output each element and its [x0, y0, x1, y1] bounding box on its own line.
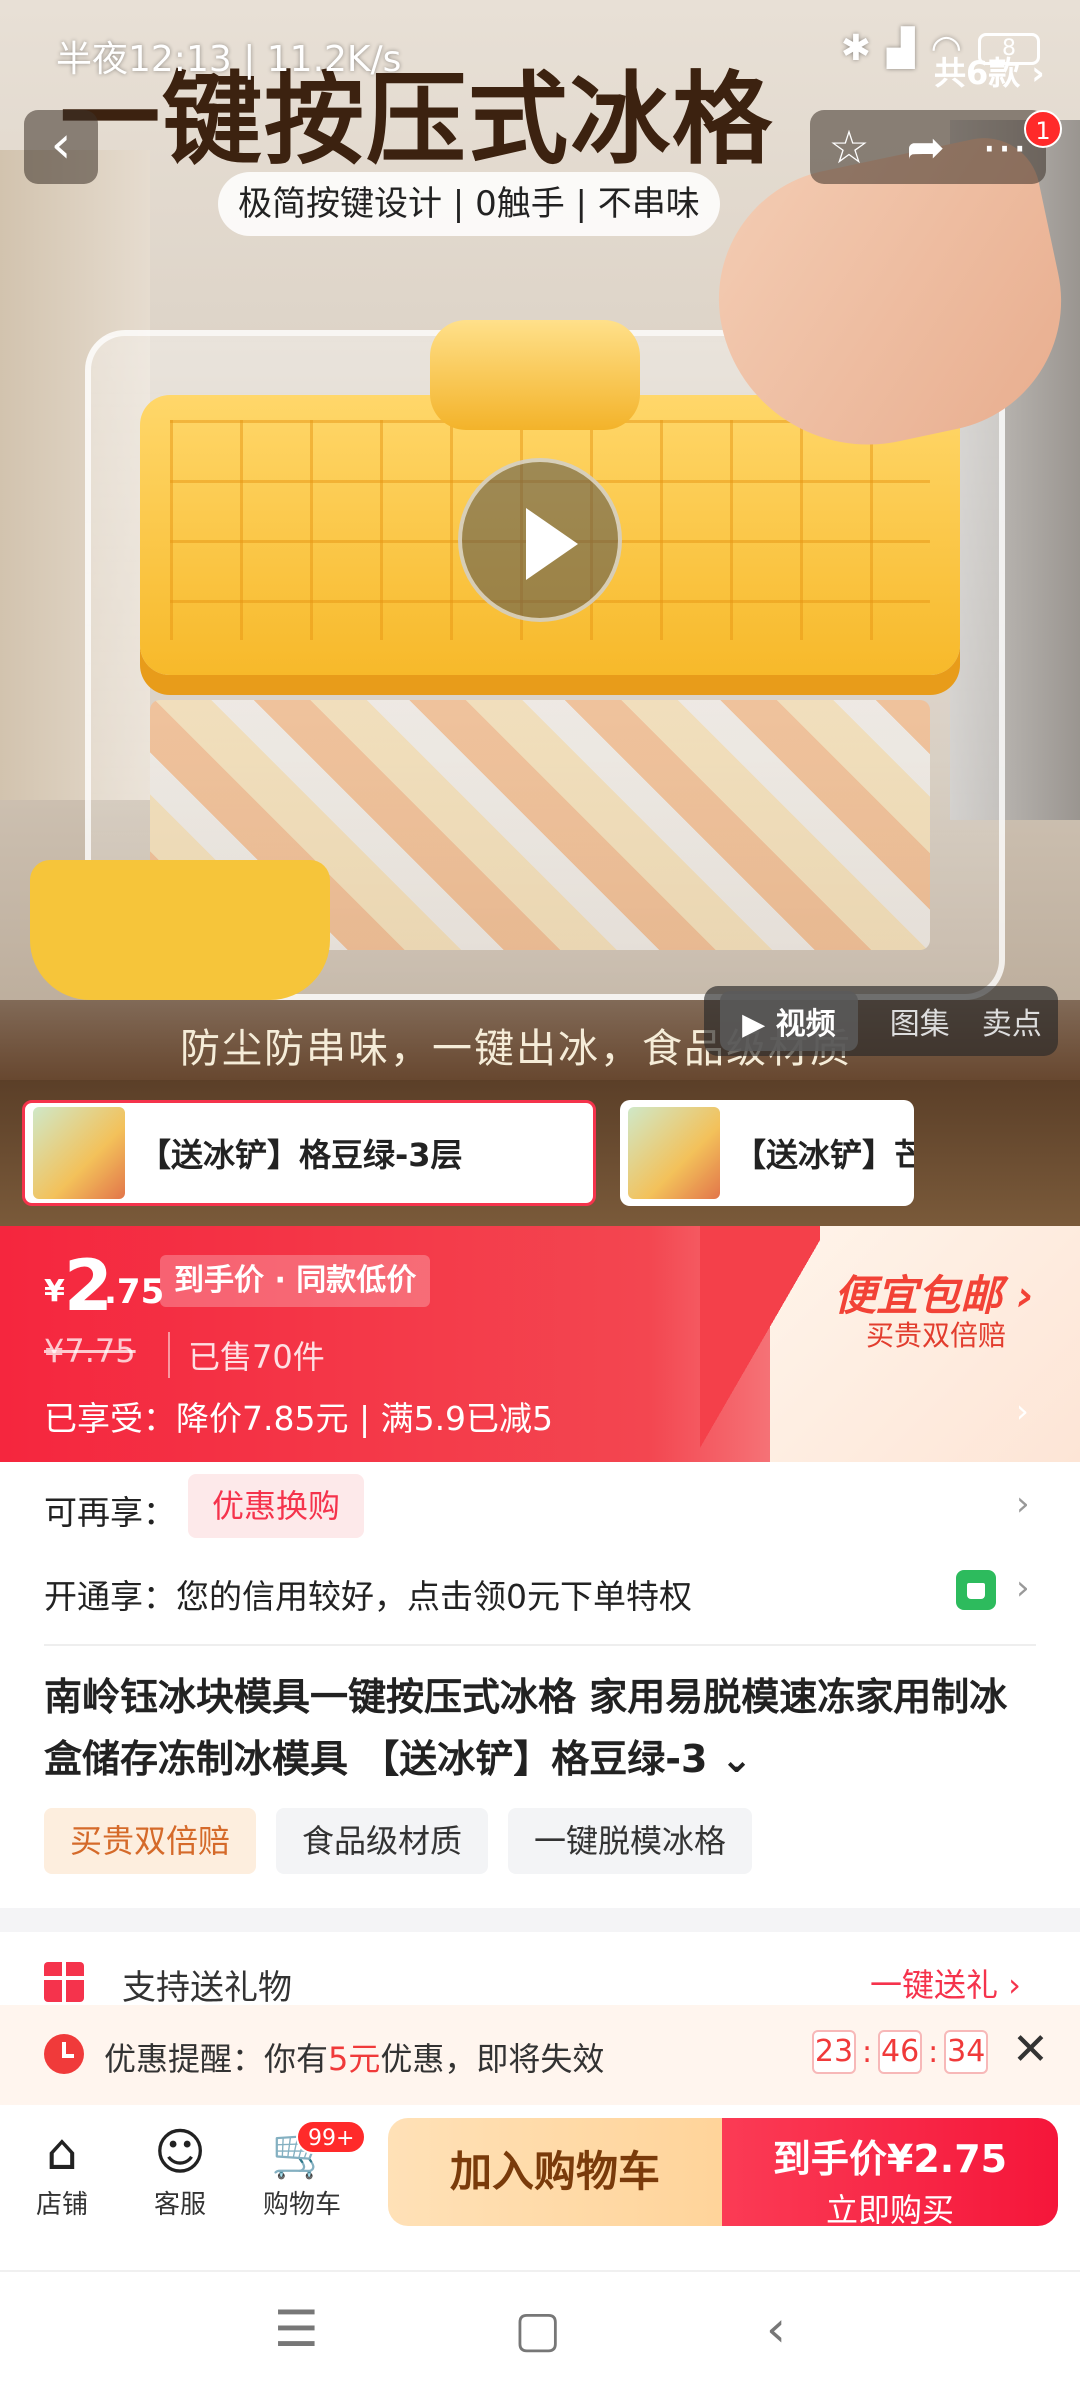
- variant-count-link[interactable]: 共6款 ›: [934, 48, 1045, 94]
- countdown-separator: :: [928, 2034, 939, 2070]
- exchange-offer-tag[interactable]: 优惠换购: [188, 1474, 365, 1538]
- status-time: 半夜12:13 | 11.2K/s: [56, 39, 402, 80]
- chat-icon: ☺: [153, 2123, 207, 2181]
- variant-thumbnail: [628, 1107, 720, 1199]
- price-tag: 到手价 · 同款低价: [160, 1255, 431, 1307]
- share-icon[interactable]: ➦: [906, 110, 945, 184]
- media-tabs: ▶ 视频 图集 卖点: [704, 986, 1058, 1056]
- shopping-bag-icon: [956, 1570, 996, 1610]
- variant-thumbnail: [33, 1107, 125, 1199]
- buy-now-label: 立即购买: [825, 2191, 954, 2229]
- hero-subtitle: 极简按键设计 | 0触手 | 不串味: [218, 172, 720, 236]
- back-nav-icon[interactable]: ‹: [766, 2300, 786, 2358]
- countdown-hours: 23: [812, 2030, 856, 2074]
- gift-icon: [44, 1962, 84, 2002]
- chevron-right-icon[interactable]: ›: [1016, 1392, 1029, 1430]
- chip-price-guarantee[interactable]: 买贵双倍赔: [44, 1808, 257, 1874]
- variant-option[interactable]: 【送冰铲】芒: [620, 1100, 914, 1206]
- message-badge: 1: [1024, 110, 1062, 148]
- store-button[interactable]: ⌂ 店铺: [12, 2120, 112, 2221]
- favorite-star-icon[interactable]: ☆: [828, 110, 869, 184]
- reminder-text: 优惠提醒：你有5元优惠，即将失效: [104, 2034, 604, 2080]
- buy-now-button[interactable]: 到手价¥2.75 立即购买: [722, 2118, 1058, 2229]
- cart-count-badge: 99+: [296, 2120, 367, 2154]
- service-label: 客服: [153, 2190, 206, 2220]
- variant-label: 【送冰铲】格豆绿-3层: [139, 1136, 463, 1174]
- divider: [44, 1644, 1036, 1646]
- countdown-minutes: 46: [878, 2030, 923, 2074]
- store-icon: ⌂: [46, 2123, 78, 2181]
- sold-count: 已售70件: [168, 1332, 325, 1378]
- status-bar: 半夜12:13 | 11.2K/s ✱ ▟ ◠ 8: [0, 0, 1080, 100]
- reminder-prefix: 优惠提醒：你有: [104, 2040, 329, 2078]
- discount-line[interactable]: 已享受：降价7.85元 | 满5.9已减5: [44, 1392, 553, 1440]
- countdown-timer: 23 : 46 : 34: [812, 2030, 989, 2074]
- promo-subtitle: 买贵双倍赔: [866, 1319, 1007, 1352]
- play-video-icon[interactable]: [458, 458, 622, 622]
- price-currency: ¥: [44, 1274, 65, 1309]
- reminder-suffix: 优惠，即将失效: [380, 2040, 605, 2078]
- send-gift-link[interactable]: 一键送礼 ›: [870, 1960, 1021, 2006]
- tab-gallery[interactable]: 图集: [890, 999, 950, 1043]
- cart-label: 购物车: [262, 2190, 341, 2220]
- promo-lightning-decor: [700, 1226, 820, 1462]
- store-label: 店铺: [35, 2190, 88, 2220]
- signal-icon: ▟: [886, 28, 915, 69]
- back-button[interactable]: ‹: [24, 110, 98, 184]
- tab-video[interactable]: ▶ 视频: [720, 991, 858, 1051]
- bluetooth-icon: ✱: [840, 28, 871, 69]
- variant-option-selected[interactable]: 【送冰铲】格豆绿-3层: [22, 1100, 596, 1206]
- press-button-illustration: [430, 320, 640, 430]
- product-title[interactable]: 南岭钰冰块模具一键按压式冰格 家用易脱模速冻家用制冰盒储存冻制冰模具 【送冰铲】…: [44, 1666, 1044, 1790]
- chip-one-click-release[interactable]: 一键脱模冰格: [508, 1808, 753, 1874]
- variant-label: 【送冰铲】芒: [734, 1136, 914, 1174]
- feature-chips: 买贵双倍赔 食品级材质 一键脱模冰格: [44, 1808, 753, 1874]
- customer-service-button[interactable]: ☺ 客服: [130, 2120, 230, 2221]
- top-actions: ☆ ➦ ⋯: [810, 110, 1046, 184]
- clock-icon: [44, 2034, 84, 2074]
- price-decimal: .75: [104, 1272, 165, 1312]
- gift-label: 支持送礼物: [122, 1968, 292, 2008]
- more-icon[interactable]: ⋯: [982, 110, 1028, 184]
- home-icon[interactable]: ▢: [514, 2300, 561, 2358]
- section-gap: [0, 1908, 1080, 1932]
- buy-now-price: 到手价¥2.75: [772, 2137, 1008, 2181]
- add-to-cart-button[interactable]: 加入购物车: [388, 2118, 722, 2226]
- reminder-amount: 5元: [328, 2040, 381, 2078]
- close-icon[interactable]: ✕: [1012, 2024, 1049, 2075]
- ice-scoop-illustration: [30, 860, 330, 1000]
- tab-selling-points[interactable]: 卖点: [982, 999, 1042, 1043]
- menu-icon[interactable]: ☰: [274, 2300, 319, 2358]
- chevron-right-icon[interactable]: ›: [1016, 1568, 1030, 1608]
- chip-food-grade[interactable]: 食品级材质: [276, 1808, 489, 1874]
- countdown-separator: :: [862, 2034, 873, 2070]
- original-price: ¥7.75: [44, 1332, 136, 1370]
- countdown-seconds: 34: [944, 2030, 989, 2074]
- extra-offer-label: 可再享：: [44, 1493, 176, 1532]
- chevron-right-icon[interactable]: ›: [1016, 1484, 1030, 1524]
- credit-privilege-text[interactable]: 开通享：您的信用较好，点击领0元下单特权: [44, 1570, 692, 1618]
